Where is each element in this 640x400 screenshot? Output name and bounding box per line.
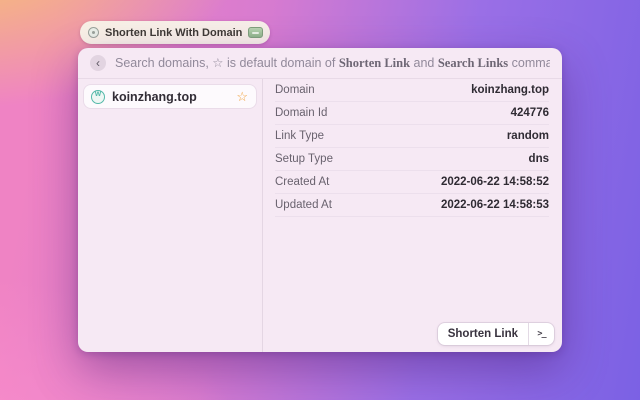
- detail-label: Updated At: [275, 199, 332, 211]
- detail-label: Domain Id: [275, 107, 328, 119]
- detail-value: 2022-06-22 14:58:52: [440, 176, 549, 188]
- return-key-icon: >_: [528, 323, 554, 345]
- detail-label: Created At: [275, 176, 330, 188]
- detail-label: Link Type: [275, 130, 325, 142]
- search-placeholder-mid: and: [410, 56, 438, 70]
- main-content: koinzhang.top ☆ Domain koinzhang.top Dom…: [78, 79, 562, 352]
- domain-favicon: [91, 89, 105, 104]
- domain-title: koinzhang.top: [112, 89, 197, 104]
- default-star-icon: ☆: [236, 89, 248, 104]
- back-chevron-icon: ‹: [96, 55, 100, 70]
- detail-value: koinzhang.top: [471, 84, 549, 96]
- detail-value: dns: [528, 153, 549, 165]
- shorten-link-icon: [248, 27, 264, 38]
- search-input[interactable]: Search domains, ☆ is default domain of S…: [115, 55, 550, 71]
- command-tag[interactable]: Shorten Link With Domain: [80, 21, 271, 44]
- list-item-domain[interactable]: koinzhang.top ☆: [84, 85, 256, 108]
- command-status-icon: [88, 27, 99, 38]
- search-bar: ‹ Search domains, ☆ is default domain of…: [78, 48, 562, 79]
- detail-row-link-type: Link Type random: [275, 125, 549, 148]
- detail-row-setup-type: Setup Type dns: [275, 148, 549, 171]
- search-placeholder-command-1: Shorten Link: [338, 56, 411, 70]
- domain-list: koinzhang.top ☆: [78, 79, 263, 352]
- detail-value: random: [506, 130, 549, 142]
- detail-row-domain-id: Domain Id 424776: [275, 102, 549, 125]
- shorten-link-button[interactable]: Shorten Link >_: [437, 323, 554, 345]
- search-placeholder-suffix: command...: [511, 56, 550, 70]
- detail-row-created-at: Created At 2022-06-22 14:58:52: [275, 171, 549, 194]
- command-tag-label: Shorten Link With Domain: [105, 26, 243, 39]
- detail-label: Setup Type: [275, 153, 333, 165]
- detail-row-domain: Domain koinzhang.top: [275, 79, 549, 102]
- detail-panel: Domain koinzhang.top Domain Id 424776 Li…: [263, 79, 562, 352]
- detail-label: Domain: [275, 84, 315, 96]
- back-button[interactable]: ‹: [90, 55, 106, 71]
- search-placeholder-command-2: Search Links: [437, 56, 509, 70]
- detail-value: 2022-06-22 14:58:53: [440, 199, 549, 211]
- detail-value: 424776: [510, 107, 549, 119]
- detail-row-updated-at: Updated At 2022-06-22 14:58:53: [275, 194, 549, 217]
- action-label: Shorten Link: [447, 328, 518, 340]
- search-placeholder-prefix: Search domains, ☆ is default domain of: [115, 56, 339, 70]
- raycast-window: ‹ Search domains, ☆ is default domain of…: [78, 48, 562, 352]
